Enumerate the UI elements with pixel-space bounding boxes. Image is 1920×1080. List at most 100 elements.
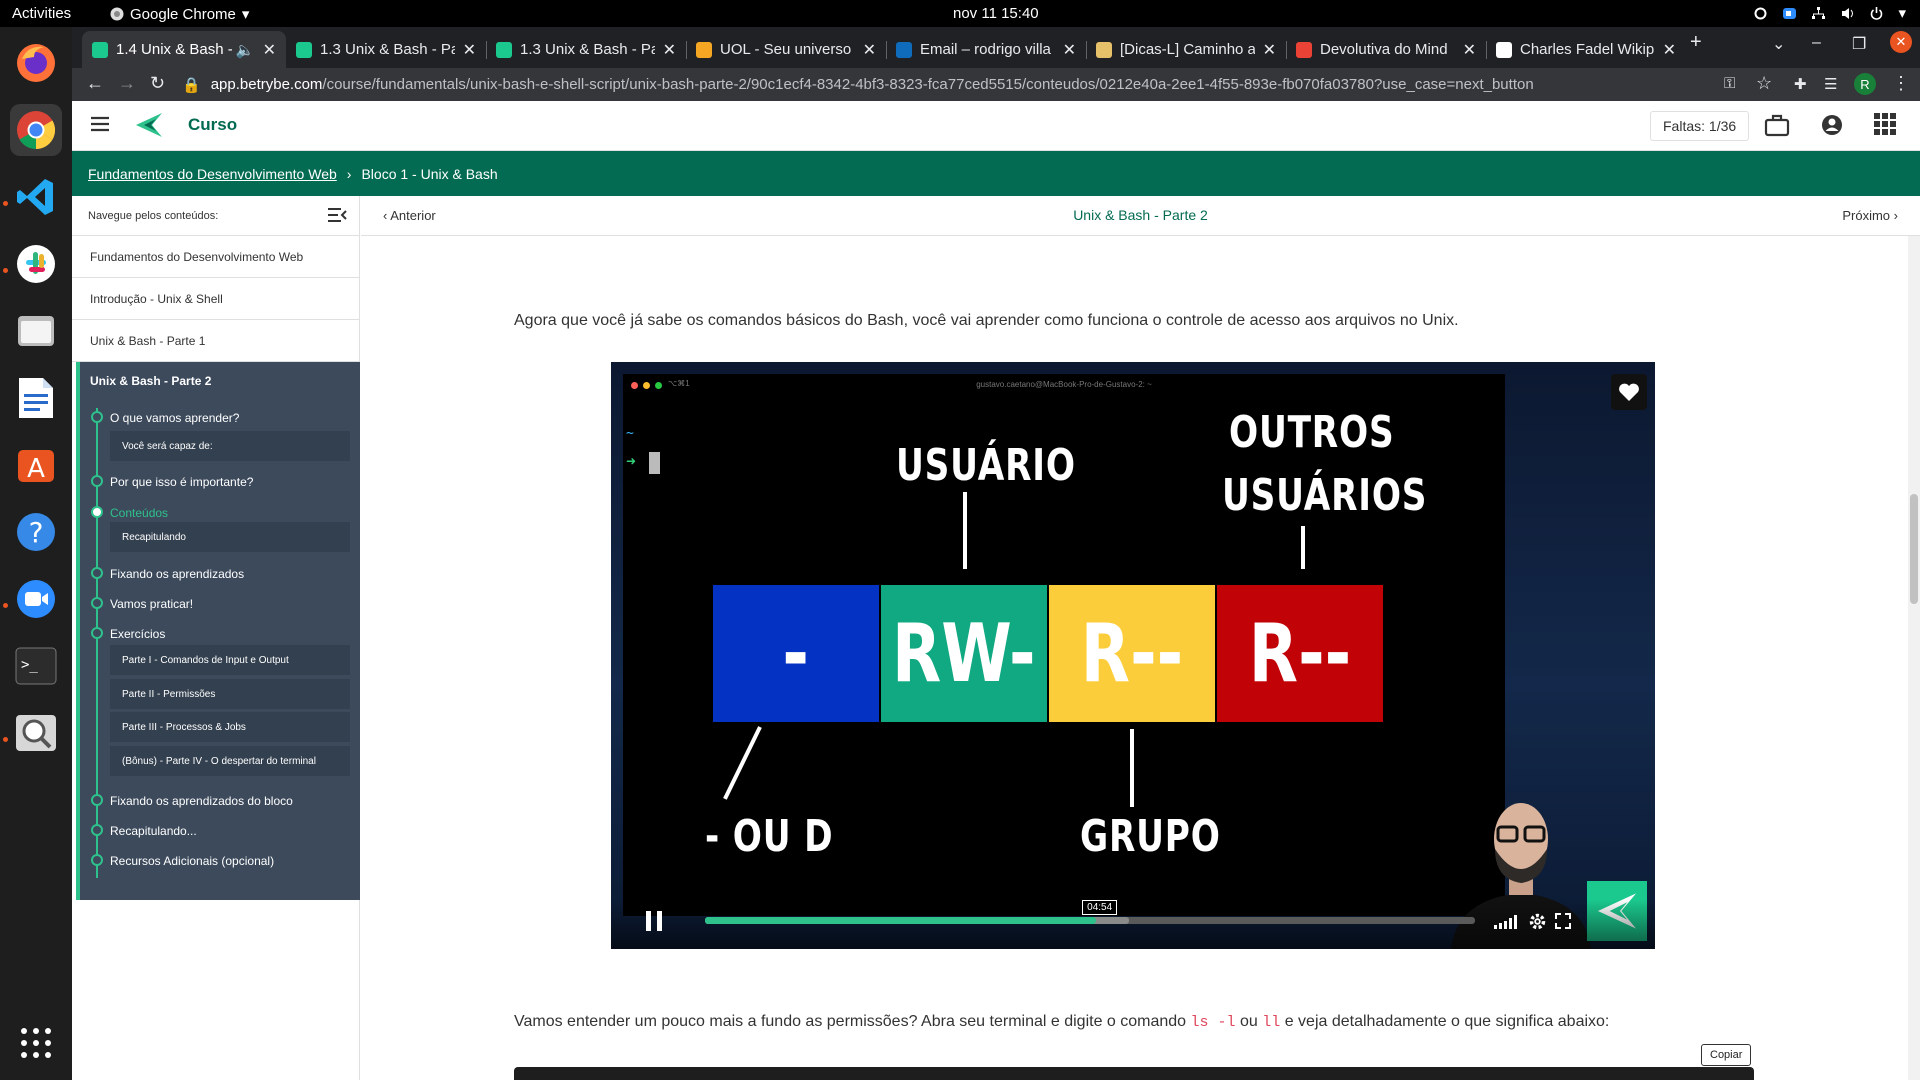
restore-button[interactable]: ❐ — [1852, 34, 1866, 54]
forward-button[interactable]: → — [118, 73, 136, 94]
volume-level-icon[interactable] — [1494, 915, 1520, 929]
close-window-button[interactable]: ✕ — [1890, 31, 1912, 53]
subsection-link[interactable]: Você será capaz de: — [110, 431, 350, 461]
sidebar-item-parte-1[interactable]: Unix & Bash - Parte 1 — [72, 320, 359, 362]
subsection-link[interactable]: Parte II - Permissões — [110, 679, 350, 709]
settings-gear-icon[interactable] — [1529, 913, 1546, 930]
subsection-link[interactable]: Parte I - Comandos de Input e Output — [110, 645, 350, 675]
section-link-current[interactable]: Conteúdos — [110, 506, 168, 520]
tab-search-icon[interactable]: ⌄ — [1772, 34, 1785, 54]
back-button[interactable]: ← — [86, 73, 104, 94]
hamburger-menu-icon[interactable] — [90, 114, 110, 134]
section-link[interactable]: Fixando os aprendizados do bloco — [110, 794, 293, 808]
key-icon[interactable]: ⚿ — [1724, 75, 1735, 92]
power-icon[interactable] — [1869, 6, 1884, 21]
section-dot — [91, 854, 103, 866]
section-link[interactable]: Vamos praticar! — [110, 597, 193, 611]
section-link[interactable]: O que vamos aprender? — [110, 411, 239, 425]
close-tab-icon[interactable]: ✕ — [1063, 40, 1076, 60]
speaker-icon[interactable]: 🔈 — [236, 41, 255, 59]
activities-button[interactable]: Activities — [12, 5, 71, 22]
breadcrumb-link-module[interactable]: Fundamentos do Desenvolvimento Web — [88, 166, 337, 182]
favorite-heart-button[interactable] — [1611, 374, 1647, 410]
browser-tab-active[interactable]: 1.4 Unix & Bash - 🔈 ✕ — [82, 31, 286, 68]
close-tab-icon[interactable]: ✕ — [1663, 40, 1676, 60]
close-tab-icon[interactable]: ✕ — [463, 40, 476, 60]
collapse-sidebar-icon[interactable] — [327, 206, 347, 224]
section-link[interactable]: Fixando os aprendizados — [110, 567, 244, 581]
slack-tray-icon[interactable] — [1753, 6, 1768, 21]
browser-tab[interactable]: 1.3 Unix & Bash - Pa ✕ — [286, 31, 486, 68]
subsection-link[interactable]: Parte III - Processos & Jobs — [110, 712, 350, 742]
copy-button[interactable]: Copiar — [1701, 1044, 1752, 1066]
apps-grid-icon[interactable] — [1874, 113, 1896, 135]
reload-button[interactable]: ↻ — [150, 73, 165, 94]
writer-launcher[interactable] — [10, 372, 62, 424]
app-store-icon: A — [18, 450, 54, 484]
browser-tab[interactable]: Email – rodrigo villa ✕ — [886, 31, 1086, 68]
paragraph-text: Vamos entender um pouco mais a fundo as … — [514, 1013, 1191, 1030]
chevron-down-icon[interactable]: ▾ — [1898, 4, 1906, 22]
video-progress-bar[interactable] — [705, 917, 1475, 924]
vscode-launcher[interactable] — [10, 171, 62, 223]
volume-icon[interactable] — [1840, 6, 1855, 21]
close-tab-icon[interactable]: ✕ — [663, 40, 676, 60]
close-tab-icon[interactable]: ✕ — [1263, 40, 1276, 60]
zoom-tray-icon[interactable] — [1782, 6, 1797, 21]
reading-list-icon[interactable]: ☰ — [1824, 75, 1837, 93]
close-tab-icon[interactable]: ✕ — [1463, 40, 1476, 60]
new-tab-button[interactable]: + — [1690, 31, 1702, 54]
page-scrollbar[interactable] — [1908, 236, 1920, 1080]
briefcase-icon[interactable] — [1764, 113, 1790, 137]
bookmark-star-icon[interactable]: ☆ — [1756, 73, 1772, 94]
pause-icon[interactable] — [644, 910, 664, 932]
firefox-launcher[interactable] — [10, 37, 62, 89]
chevron-right-icon: › — [346, 165, 352, 182]
sidebar-item-introducao[interactable]: Introdução - Unix & Shell — [72, 278, 359, 320]
minimize-button[interactable]: – — [1812, 34, 1821, 52]
video-player[interactable]: ⌥⌘1 gustavo.caetano@MacBook-Pro-de-Gusta… — [611, 362, 1655, 949]
account-circle-icon[interactable] — [1820, 113, 1844, 137]
browser-tab[interactable]: 1.3 Unix & Bash - Pa ✕ — [486, 31, 686, 68]
svg-text:>_: >_ — [21, 657, 38, 673]
scrollbar-thumb[interactable] — [1910, 494, 1918, 604]
close-tab-icon[interactable]: ✕ — [263, 40, 276, 60]
help-launcher[interactable]: ? — [10, 506, 62, 558]
clock[interactable]: nov 11 15:40 — [953, 5, 1039, 22]
address-bar[interactable]: 🔒 app.betrybe.com /course/fundamentals/u… — [182, 70, 1772, 99]
sidebar-active-title[interactable]: Unix & Bash - Parte 2 — [90, 374, 211, 388]
sidebar-item-fundamentos[interactable]: Fundamentos do Desenvolvimento Web — [72, 236, 359, 278]
profile-avatar[interactable]: R — [1854, 73, 1876, 95]
next-button[interactable]: Próximo › — [1842, 208, 1898, 223]
permission-box-user: RW- — [881, 585, 1047, 722]
close-tab-icon[interactable]: ✕ — [863, 40, 876, 60]
browser-tab[interactable]: Charles Fadel Wikip ✕ — [1486, 31, 1686, 68]
image-viewer-launcher[interactable] — [10, 707, 62, 759]
permission-text: RW- — [892, 607, 1036, 700]
terminal-launcher[interactable]: >_ — [10, 640, 62, 692]
app-menu[interactable]: Google Chrome ▾ — [110, 5, 249, 23]
trybe-logo[interactable] — [134, 110, 164, 140]
chrome-launcher[interactable] — [10, 104, 62, 156]
browser-tab[interactable]: Devolutiva do Mind ✕ — [1286, 31, 1486, 68]
section-link[interactable]: Exercícios — [110, 627, 165, 641]
browser-tab[interactable]: UOL - Seu universo o ✕ — [686, 31, 886, 68]
subsection-link[interactable]: Recapitulando — [110, 522, 350, 552]
browser-tab[interactable]: [Dicas-L] Caminho a ✕ — [1086, 31, 1286, 68]
section-link[interactable]: Por que isso é importante? — [110, 475, 253, 489]
section-link[interactable]: Recursos Adicionais (opcional) — [110, 854, 274, 868]
system-tray[interactable]: ▾ — [1753, 4, 1906, 22]
zoom-launcher[interactable] — [10, 573, 62, 625]
files-launcher[interactable] — [10, 305, 62, 357]
fullscreen-icon[interactable] — [1555, 913, 1571, 929]
browser-toolbar: ← → ↻ 🔒 app.betrybe.com /course/fundamen… — [72, 68, 1920, 101]
section-link[interactable]: Recapitulando... — [110, 824, 197, 838]
extensions-icon[interactable]: ✚ — [1794, 75, 1807, 93]
software-launcher[interactable]: A — [10, 439, 62, 491]
show-apps-button[interactable] — [10, 1017, 62, 1069]
slack-launcher[interactable] — [10, 238, 62, 290]
subsection-link[interactable]: (Bônus) - Parte IV - O despertar do term… — [110, 746, 350, 776]
lock-icon[interactable]: 🔒 — [182, 76, 201, 94]
browser-menu-icon[interactable]: ⋮ — [1892, 73, 1910, 94]
network-icon[interactable] — [1811, 6, 1826, 21]
